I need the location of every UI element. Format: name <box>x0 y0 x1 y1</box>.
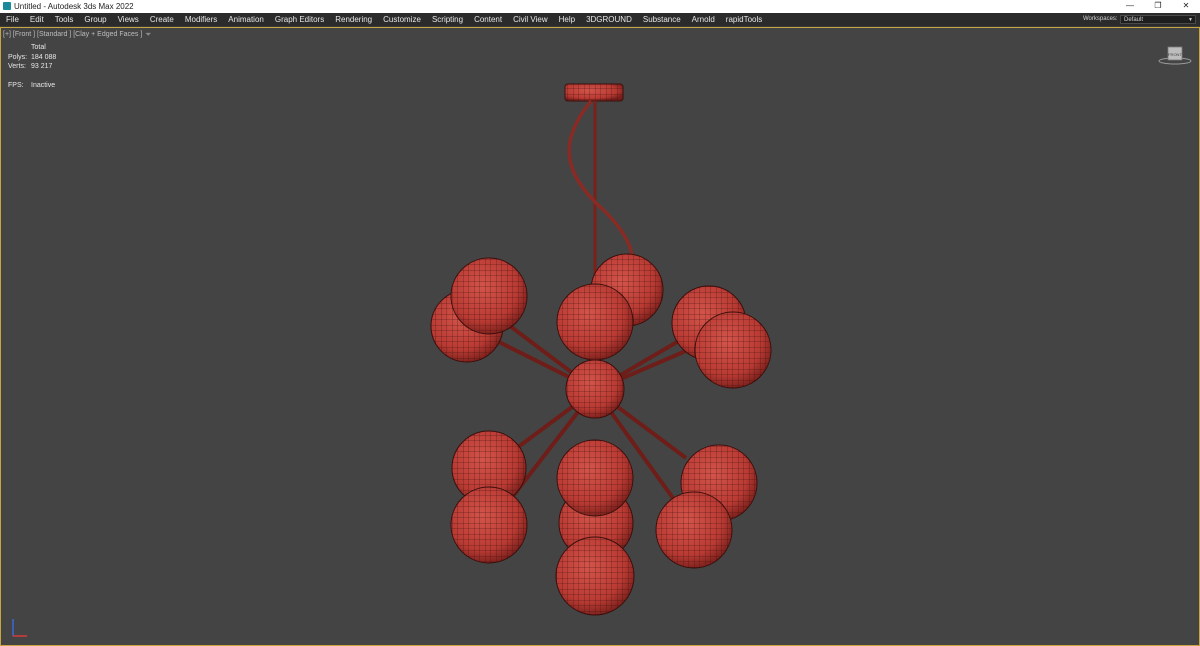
polys-label: Polys: <box>8 53 28 61</box>
chevron-down-icon: ▼ <box>1188 17 1193 23</box>
menu-bar: File Edit Tools Group Views Create Modifiers An… <box>0 13 1200 27</box>
menu-item-content[interactable]: Content <box>474 13 502 26</box>
menu-item-scripting[interactable]: Scripting <box>432 13 463 26</box>
menu-item-tools[interactable]: Tools <box>55 13 74 26</box>
menu-item-edit[interactable]: Edit <box>30 13 44 26</box>
globe-wireframe <box>695 312 771 388</box>
title-bar: Untitled - Autodesk 3ds Max 2022 — ❐ ✕ <box>0 0 1200 13</box>
menu-list: File Edit Tools Group Views Create Modifiers An… <box>6 13 773 26</box>
restore-button[interactable]: ❐ <box>1144 0 1172 13</box>
globe-wireframe <box>566 360 624 418</box>
menu-item-views[interactable]: Views <box>118 13 139 26</box>
stats-header: Total <box>31 44 46 51</box>
menu-item-animation[interactable]: Animation <box>228 13 264 26</box>
menu-item-rendering[interactable]: Rendering <box>335 13 372 26</box>
menu-item-help[interactable]: Help <box>559 13 575 26</box>
fps-value: Inactive <box>31 82 56 89</box>
menu-item-rapidtools[interactable]: rapidTools <box>726 13 762 26</box>
polys-value: 184 088 <box>31 53 57 61</box>
menu-item-file[interactable]: File <box>6 13 19 26</box>
chandelier-model[interactable] <box>1 28 1199 645</box>
canopy-wireframe <box>565 84 623 101</box>
menu-item-customize[interactable]: Customize <box>383 13 421 26</box>
funnel-icon[interactable]: ⏷ <box>145 30 151 39</box>
menu-item-substance[interactable]: Substance <box>643 13 681 26</box>
globe-wireframe <box>556 537 634 615</box>
svg-text:FRONT: FRONT <box>1168 52 1182 57</box>
menu-item-arnold[interactable]: Arnold <box>692 13 715 26</box>
workspaces-label: Workspaces: <box>1083 16 1118 22</box>
chandelier-globes <box>430 253 772 616</box>
globe-wireframe <box>557 440 633 516</box>
globe-wireframe <box>656 492 732 568</box>
window-title: Untitled - Autodesk 3ds Max 2022 <box>14 2 134 11</box>
menu-item-graph-editors[interactable]: Graph Editors <box>275 13 324 26</box>
viewcube-icon[interactable]: FRONT <box>1158 44 1192 66</box>
verts-label: Verts: <box>8 63 26 70</box>
minimize-button[interactable]: — <box>1116 0 1144 13</box>
axis-tripod-icon <box>12 619 27 637</box>
menu-item-group[interactable]: Group <box>84 13 106 26</box>
front-viewport[interactable]: [+] [Front ] [Standard ] [Clay + Edged F… <box>0 27 1200 646</box>
fps-label: FPS: <box>8 82 24 89</box>
workspace-dropdown[interactable]: Default ▼ <box>1120 15 1196 24</box>
viewport-label-menu[interactable]: [+] [Front ] [Standard ] [Clay + Edged F… <box>3 30 142 39</box>
globe-wireframe <box>451 487 527 563</box>
menu-item-modifiers[interactable]: Modifiers <box>185 13 217 26</box>
globe-wireframe <box>451 258 527 334</box>
globe-wireframe <box>557 284 633 360</box>
workspace-value: Default <box>1124 17 1144 23</box>
3dsmax-app-icon <box>3 2 11 10</box>
menu-item-civil-view[interactable]: Civil View <box>513 13 548 26</box>
menu-item-3dground[interactable]: 3DGROUND <box>586 13 632 26</box>
menu-item-create[interactable]: Create <box>150 13 174 26</box>
close-button[interactable]: ✕ <box>1172 0 1200 13</box>
verts-value: 93 217 <box>31 63 53 70</box>
